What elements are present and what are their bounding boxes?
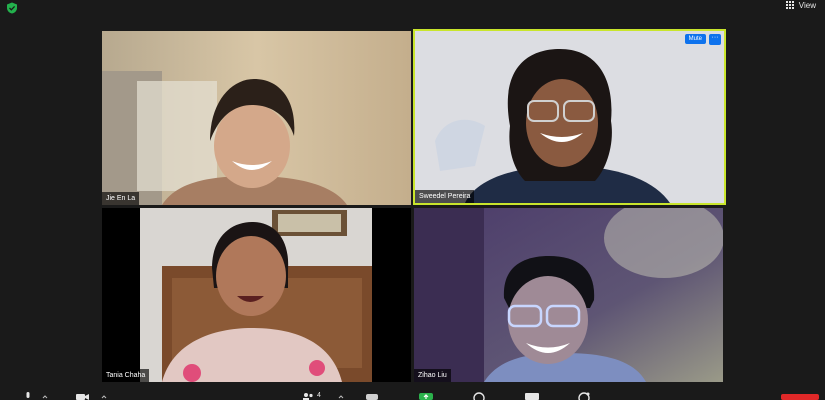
chat-icon[interactable] xyxy=(366,392,378,400)
participants-icon[interactable] xyxy=(302,392,314,400)
view-label: View xyxy=(798,1,816,10)
share-screen-icon[interactable] xyxy=(419,392,433,400)
shield-check-icon[interactable] xyxy=(6,2,18,14)
more-options-button[interactable]: ··· xyxy=(709,34,721,45)
video-tile-jie-en-la[interactable]: Jie En La xyxy=(102,31,411,205)
participant-video xyxy=(415,31,724,203)
record-icon[interactable] xyxy=(473,392,485,400)
chevron-up-icon[interactable] xyxy=(338,392,344,400)
participant-video xyxy=(414,208,723,382)
video-tile-sweedel-pereira[interactable]: Mute ··· Sweedel Pereira xyxy=(413,29,726,205)
end-call-icon[interactable] xyxy=(781,392,819,400)
video-camera-icon[interactable] xyxy=(76,392,90,400)
mute-button[interactable]: Mute xyxy=(684,34,706,44)
captions-icon[interactable] xyxy=(525,392,539,400)
grid-view-icon xyxy=(785,1,795,10)
participant-video xyxy=(102,31,411,205)
video-tile-tania-chaha[interactable]: Tania Chaha xyxy=(102,208,411,382)
chevron-up-icon[interactable] xyxy=(42,392,48,400)
video-tile-zihao-liu[interactable]: Zihao Liu xyxy=(414,208,723,382)
participants-count: 4 xyxy=(317,392,321,399)
chevron-up-icon[interactable] xyxy=(101,392,107,400)
participant-video xyxy=(102,208,411,382)
participant-name: Sweedel Pereira xyxy=(415,190,475,203)
view-button[interactable]: View xyxy=(785,1,816,10)
reactions-icon[interactable] xyxy=(578,392,590,400)
participant-name: Tania Chaha xyxy=(102,369,150,382)
microphone-icon[interactable] xyxy=(24,392,32,400)
meeting-toolbar: 4 xyxy=(0,390,825,400)
participant-name: Zihao Liu xyxy=(414,369,451,382)
participant-name: Jie En La xyxy=(102,192,140,205)
